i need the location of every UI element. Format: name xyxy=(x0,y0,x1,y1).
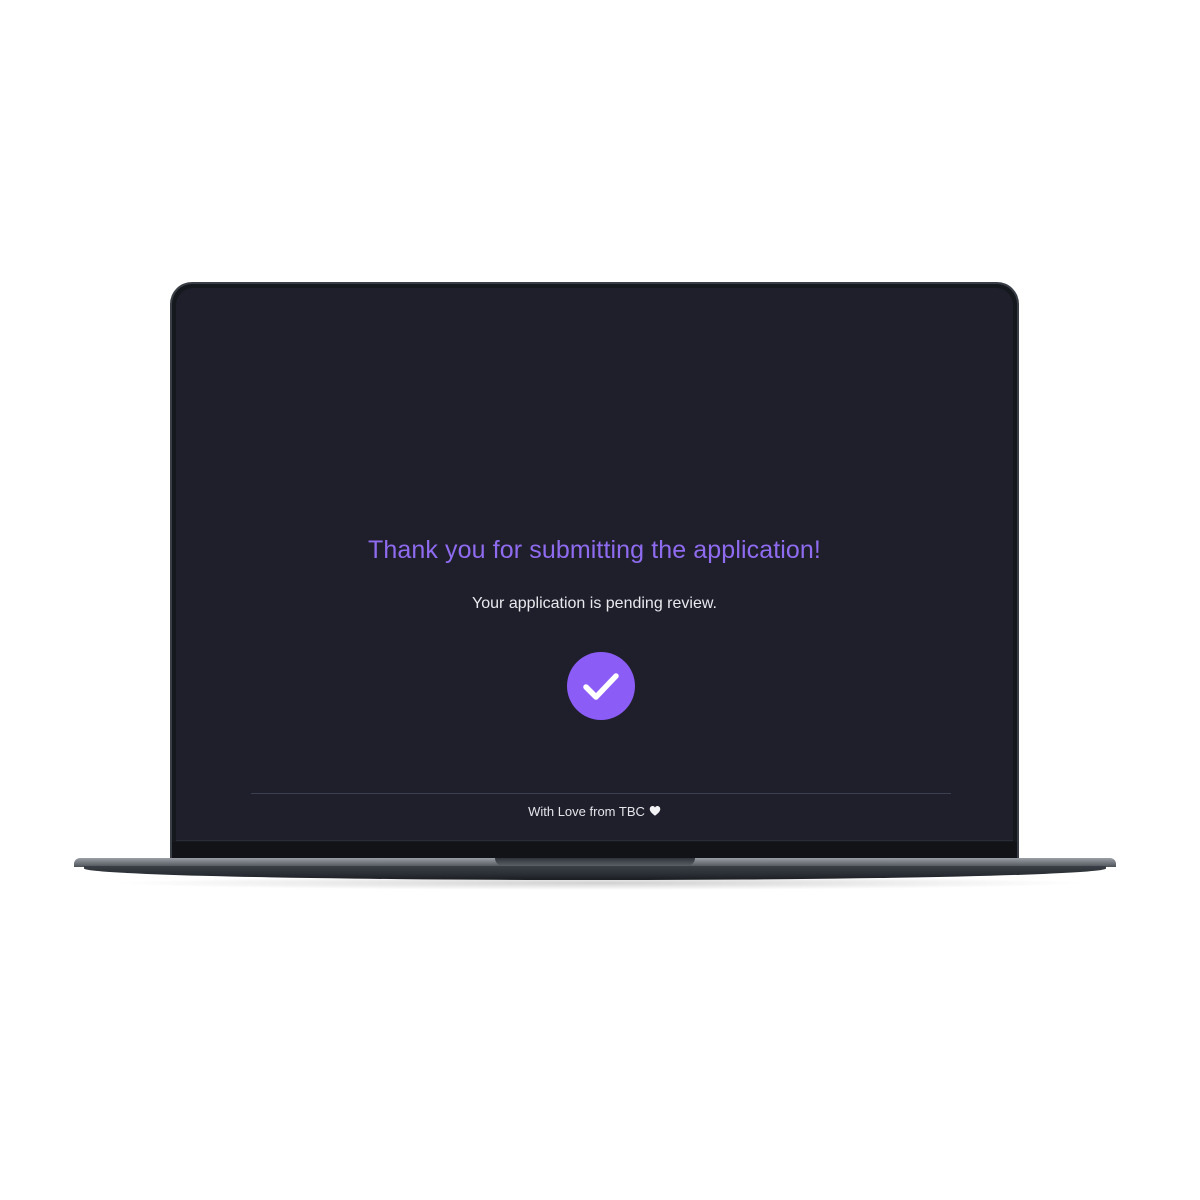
confirmation-page: Thank you for submitting the application… xyxy=(176,288,1013,840)
laptop-base-bottom xyxy=(84,866,1106,880)
laptop-lid: Thank you for submitting the application… xyxy=(170,282,1019,862)
confirmation-title: Thank you for submitting the application… xyxy=(368,536,821,564)
laptop-screen: Thank you for submitting the application… xyxy=(176,288,1013,841)
laptop-base xyxy=(74,858,1116,882)
laptop-mockup: Thank you for submitting the application… xyxy=(0,0,1200,1200)
checkmark-circle-icon xyxy=(567,652,635,720)
footer: With Love from TBC xyxy=(176,804,1013,820)
checkmark-icon xyxy=(583,673,619,700)
footer-text: With Love from TBC xyxy=(528,804,645,819)
confirmation-subtitle: Your application is pending review. xyxy=(472,595,717,612)
heart-icon xyxy=(649,805,661,820)
laptop-hinge-notch xyxy=(495,858,695,866)
footer-divider xyxy=(251,793,951,794)
